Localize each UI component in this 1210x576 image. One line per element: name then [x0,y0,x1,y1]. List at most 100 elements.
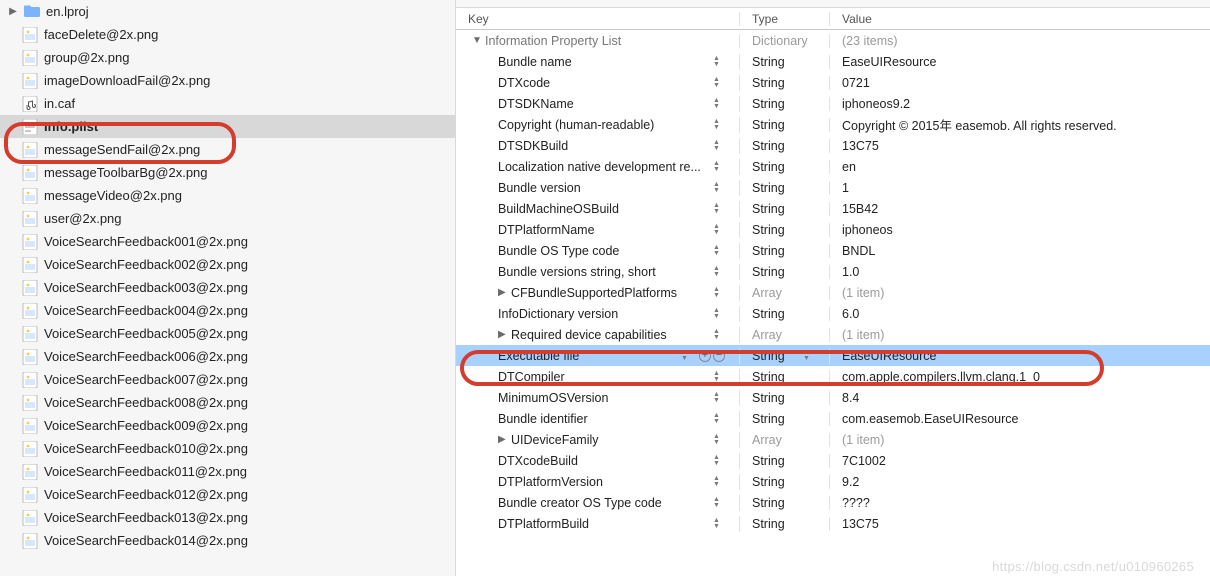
key-stepper-icon[interactable] [713,138,723,154]
key-stepper-icon[interactable] [713,180,723,196]
plist-row[interactable]: MinimumOSVersionString8.4 [456,387,1210,408]
plist-row[interactable]: ▶CFBundleSupportedPlatformsArray(1 item) [456,282,1210,303]
plist-value-label: com.easemob.EaseUIResource [830,412,1210,426]
file-row[interactable]: group@2x.png [0,46,455,69]
plist-row[interactable]: DTXcodeBuildString7C1002 [456,450,1210,471]
file-row[interactable]: VoiceSearchFeedback011@2x.png [0,460,455,483]
plist-value-label: 6.0 [830,307,1210,321]
plist-row[interactable]: Copyright (human-readable)StringCopyrigh… [456,114,1210,135]
plist-row[interactable]: DTPlatformBuildString13C75 [456,513,1210,534]
file-row[interactable]: VoiceSearchFeedback014@2x.png [0,529,455,552]
disclosure-triangle-icon[interactable]: ▶ [498,330,507,339]
file-row[interactable]: VoiceSearchFeedback004@2x.png [0,299,455,322]
file-row[interactable]: VoiceSearchFeedback008@2x.png [0,391,455,414]
file-row[interactable]: VoiceSearchFeedback009@2x.png [0,414,455,437]
plist-row[interactable]: ▶Required device capabilitiesArray(1 ite… [456,324,1210,345]
plist-row[interactable]: DTPlatformNameStringiphoneos [456,219,1210,240]
file-name-label: VoiceSearchFeedback007@2x.png [44,372,248,387]
key-stepper-icon[interactable] [713,495,723,511]
file-row[interactable]: VoiceSearchFeedback006@2x.png [0,345,455,368]
plist-row[interactable]: DTCompilerStringcom.apple.compilers.llvm… [456,366,1210,387]
column-header-type[interactable]: Type [740,12,830,26]
plist-row[interactable]: Executable file+−StringEaseUIResource [456,345,1210,366]
key-stepper-icon[interactable] [713,201,723,217]
file-row[interactable]: VoiceSearchFeedback010@2x.png [0,437,455,460]
add-icon[interactable]: + [699,350,711,362]
type-stepper-icon[interactable] [803,348,813,364]
key-stepper-icon[interactable] [713,432,723,448]
key-stepper-icon[interactable] [713,411,723,427]
key-stepper-icon[interactable] [713,306,723,322]
file-row[interactable]: Info.plist [0,115,455,138]
file-row[interactable]: user@2x.png [0,207,455,230]
plist-row[interactable]: Localization native development re...Str… [456,156,1210,177]
disclosure-triangle-icon[interactable]: ▶ [8,7,18,17]
plist-root-row[interactable]: ▼Information Property ListDictionary(23 … [456,30,1210,51]
file-row[interactable]: VoiceSearchFeedback007@2x.png [0,368,455,391]
plist-value-label: (23 items) [830,34,1210,48]
file-row[interactable]: imageDownloadFail@2x.png [0,69,455,92]
key-stepper-icon[interactable] [713,243,723,259]
plist-type-label: String [752,370,785,384]
file-row[interactable]: messageToolbarBg@2x.png [0,161,455,184]
plist-row[interactable]: DTSDKBuildString13C75 [456,135,1210,156]
file-row[interactable]: VoiceSearchFeedback013@2x.png [0,506,455,529]
disclosure-triangle-icon[interactable]: ▼ [472,36,481,45]
column-header-key[interactable]: Key [456,12,740,26]
plist-value-label: 7C1002 [830,454,1210,468]
plist-editor: Key Type Value ▼Information Property Lis… [456,0,1210,576]
plist-row[interactable]: Bundle versionString1 [456,177,1210,198]
key-stepper-icon[interactable] [713,390,723,406]
disclosure-triangle-icon[interactable]: ▶ [498,435,507,444]
key-stepper-icon[interactable] [713,369,723,385]
key-stepper-icon[interactable] [713,474,723,490]
file-row[interactable]: in.caf [0,92,455,115]
plist-row[interactable]: DTPlatformVersionString9.2 [456,471,1210,492]
plist-row[interactable]: DTXcodeString0721 [456,72,1210,93]
plist-row[interactable]: Bundle creator OS Type codeString???? [456,492,1210,513]
key-stepper-icon[interactable] [713,285,723,301]
plist-row[interactable]: Bundle nameStringEaseUIResource [456,51,1210,72]
add-remove-buttons[interactable]: +− [699,350,725,362]
plist-value-label: 13C75 [830,517,1210,531]
png-icon [22,464,38,480]
key-stepper-icon[interactable] [681,348,691,364]
plist-icon [22,119,38,135]
plist-column-header: Key Type Value [456,8,1210,30]
folder-row[interactable]: ▶en.lproj [0,0,455,23]
key-stepper-icon[interactable] [713,453,723,469]
plist-row[interactable]: Bundle versions string, shortString1.0 [456,261,1210,282]
column-header-value[interactable]: Value [830,12,1210,26]
file-row[interactable]: VoiceSearchFeedback002@2x.png [0,253,455,276]
key-stepper-icon[interactable] [713,75,723,91]
plist-key-label: DTCompiler [498,370,565,384]
key-stepper-icon[interactable] [713,117,723,133]
plist-value-label[interactable]: EaseUIResource [830,349,1210,363]
file-row[interactable]: VoiceSearchFeedback012@2x.png [0,483,455,506]
key-stepper-icon[interactable] [713,327,723,343]
png-icon [22,303,38,319]
remove-icon[interactable]: − [713,350,725,362]
key-stepper-icon[interactable] [713,159,723,175]
file-row[interactable]: messageVideo@2x.png [0,184,455,207]
disclosure-triangle-icon[interactable]: ▶ [498,288,507,297]
png-icon [22,326,38,342]
plist-row[interactable]: Bundle identifierStringcom.easemob.EaseU… [456,408,1210,429]
file-row[interactable]: VoiceSearchFeedback003@2x.png [0,276,455,299]
key-stepper-icon[interactable] [713,264,723,280]
png-icon [22,165,38,181]
file-row[interactable]: VoiceSearchFeedback001@2x.png [0,230,455,253]
plist-row[interactable]: Bundle OS Type codeStringBNDL [456,240,1210,261]
file-row[interactable]: faceDelete@2x.png [0,23,455,46]
key-stepper-icon[interactable] [713,96,723,112]
key-stepper-icon[interactable] [713,222,723,238]
plist-row[interactable]: ▶UIDeviceFamilyArray(1 item) [456,429,1210,450]
key-stepper-icon[interactable] [713,54,723,70]
file-row[interactable]: messageSendFail@2x.png [0,138,455,161]
file-row[interactable]: VoiceSearchFeedback005@2x.png [0,322,455,345]
key-stepper-icon[interactable] [713,516,723,532]
plist-row[interactable]: InfoDictionary versionString6.0 [456,303,1210,324]
plist-type-label: Dictionary [740,34,830,48]
plist-row[interactable]: DTSDKNameStringiphoneos9.2 [456,93,1210,114]
plist-row[interactable]: BuildMachineOSBuildString15B42 [456,198,1210,219]
